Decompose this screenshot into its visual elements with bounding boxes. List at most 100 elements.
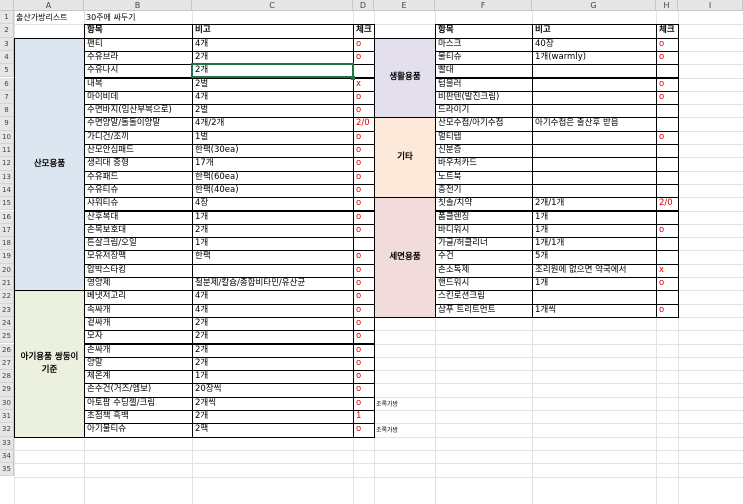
check-cell[interactable]: o xyxy=(656,50,679,66)
row-header[interactable]: 33 xyxy=(0,436,14,450)
item-cell[interactable]: 신분증 xyxy=(435,144,533,159)
note-cell[interactable]: 1개씩 xyxy=(532,303,657,318)
note-cell[interactable] xyxy=(532,90,657,106)
check-cell[interactable]: o xyxy=(353,396,375,411)
column-header-C[interactable]: C xyxy=(192,0,353,11)
item-cell[interactable]: 수유나시 xyxy=(84,64,193,79)
item-cell[interactable]: 샴푸 트리트먼트 xyxy=(435,303,533,318)
row-header[interactable]: 13 xyxy=(0,170,14,184)
item-cell[interactable]: 충전기 xyxy=(435,183,533,199)
note-cell[interactable] xyxy=(532,157,657,172)
note-cell[interactable] xyxy=(532,64,657,79)
note-cell[interactable]: 4장 xyxy=(192,197,354,212)
item-cell[interactable]: 칫솔/치약 xyxy=(435,197,533,212)
row-header[interactable]: 12 xyxy=(0,157,14,171)
note-cell[interactable] xyxy=(532,170,657,185)
item-cell[interactable]: 바디워시 xyxy=(435,223,533,239)
item-cell[interactable]: 모유저장팩 xyxy=(84,250,193,265)
note-cell[interactable]: 4개/2개 xyxy=(192,117,354,132)
check-cell[interactable]: o xyxy=(353,383,375,398)
item-cell[interactable]: 수유브라 xyxy=(84,50,193,66)
item-cell[interactable]: 멀티탭 xyxy=(435,130,533,145)
note-cell[interactable]: 한팩(60ea) xyxy=(192,170,354,185)
check-cell[interactable]: o xyxy=(353,263,375,278)
note-cell[interactable]: 1개 xyxy=(192,210,354,225)
check-cell[interactable]: o xyxy=(353,170,375,185)
check-cell[interactable] xyxy=(353,64,375,79)
item-cell[interactable]: 산모안심패드 xyxy=(84,144,193,159)
item-cell[interactable]: 스킨로션크림 xyxy=(435,290,533,305)
item-cell[interactable]: 바우처카드 xyxy=(435,157,533,172)
check-cell[interactable]: o xyxy=(353,316,375,332)
note-cell[interactable]: 1개 xyxy=(192,237,354,252)
item-cell[interactable]: 겉싸개 xyxy=(84,316,193,332)
check-cell[interactable]: o xyxy=(353,37,375,52)
row-header[interactable]: 23 xyxy=(0,303,14,317)
row-header[interactable]: 3 xyxy=(0,37,14,51)
check-cell[interactable]: x xyxy=(656,263,679,278)
item-cell[interactable]: 산모수첩/아기수첩 xyxy=(435,117,533,132)
item-cell[interactable]: 산후복대 xyxy=(84,210,193,225)
note-cell[interactable]: 1개 xyxy=(192,370,354,385)
note-cell[interactable]: 1개(warmly) xyxy=(532,50,657,66)
check-cell[interactable]: o xyxy=(353,303,375,318)
column-header-A[interactable]: A xyxy=(14,0,84,11)
item-cell[interactable]: 수면양말/돌돌이양말 xyxy=(84,117,193,132)
note-cell[interactable]: 한팩(40ea) xyxy=(192,183,354,199)
item-cell[interactable]: 가디건/조끼 xyxy=(84,130,193,145)
note-cell[interactable]: 조리원에 없으면 약국에서 xyxy=(532,263,657,278)
row-header[interactable]: 2 xyxy=(0,24,14,38)
check-cell[interactable] xyxy=(656,237,679,252)
item-cell[interactable]: 베냇저고리 xyxy=(84,290,193,305)
select-all-corner[interactable] xyxy=(0,0,14,11)
item-cell[interactable]: 마이비데 xyxy=(84,90,193,106)
check-cell[interactable]: o xyxy=(353,144,375,159)
item-cell[interactable]: 물티슈 xyxy=(435,50,533,66)
item-cell[interactable]: 아기물티슈 xyxy=(84,423,193,438)
item-cell[interactable]: 모자 xyxy=(84,330,193,345)
note-cell[interactable]: 20장씩 xyxy=(192,383,354,398)
row-header[interactable]: 28 xyxy=(0,370,14,384)
check-cell[interactable]: o xyxy=(656,223,679,239)
row-header[interactable]: 19 xyxy=(0,250,14,264)
note-cell[interactable]: 2개 xyxy=(192,330,354,345)
check-cell[interactable] xyxy=(656,64,679,79)
note-cell[interactable] xyxy=(532,183,657,199)
item-cell[interactable]: 가글/허클리너 xyxy=(435,237,533,252)
check-cell[interactable]: o xyxy=(353,183,375,199)
check-cell[interactable]: 2/0 xyxy=(353,117,375,132)
check-cell[interactable]: o xyxy=(353,356,375,372)
column-header-G[interactable]: G xyxy=(532,0,656,11)
check-cell[interactable] xyxy=(656,210,679,225)
note-cell[interactable]: 2개/1개 xyxy=(532,197,657,212)
row-header[interactable]: 4 xyxy=(0,50,14,65)
check-cell[interactable]: o xyxy=(353,250,375,265)
row-header[interactable]: 15 xyxy=(0,197,14,211)
note-cell[interactable]: 2팩 xyxy=(192,423,354,438)
row-header[interactable]: 6 xyxy=(0,77,14,91)
check-cell[interactable]: 1 xyxy=(353,410,375,425)
row-header[interactable]: 16 xyxy=(0,210,14,224)
note-cell[interactable] xyxy=(532,77,657,92)
row-header[interactable]: 9 xyxy=(0,117,14,131)
check-cell[interactable]: o xyxy=(353,90,375,106)
check-cell[interactable]: o xyxy=(656,77,679,92)
column-header-H[interactable]: H xyxy=(656,0,678,11)
row-header[interactable]: 22 xyxy=(0,290,14,304)
column-header-D[interactable]: D xyxy=(353,0,374,11)
item-cell[interactable]: 팬티 xyxy=(84,37,193,52)
note-cell[interactable]: 4개 xyxy=(192,90,354,106)
column-header-F[interactable]: F xyxy=(435,0,532,11)
note-cell[interactable]: 1개/1개 xyxy=(532,237,657,252)
category-etc[interactable]: 기타 xyxy=(374,117,436,199)
note-cell[interactable]: 2벌 xyxy=(192,104,354,119)
item-cell[interactable]: 손수건(거즈/엠보) xyxy=(84,383,193,398)
note-cell[interactable]: 17개 xyxy=(192,157,354,172)
row-header[interactable]: 25 xyxy=(0,330,14,344)
row-header[interactable]: 29 xyxy=(0,383,14,397)
note-cell[interactable]: 아기수첩은 출산후 받음 xyxy=(532,117,657,132)
item-cell[interactable]: 생리대 중형 xyxy=(84,157,193,172)
check-cell[interactable]: o xyxy=(353,343,375,358)
item-cell[interactable]: 체온계 xyxy=(84,370,193,385)
note-cell[interactable]: 한팩 xyxy=(192,250,354,265)
